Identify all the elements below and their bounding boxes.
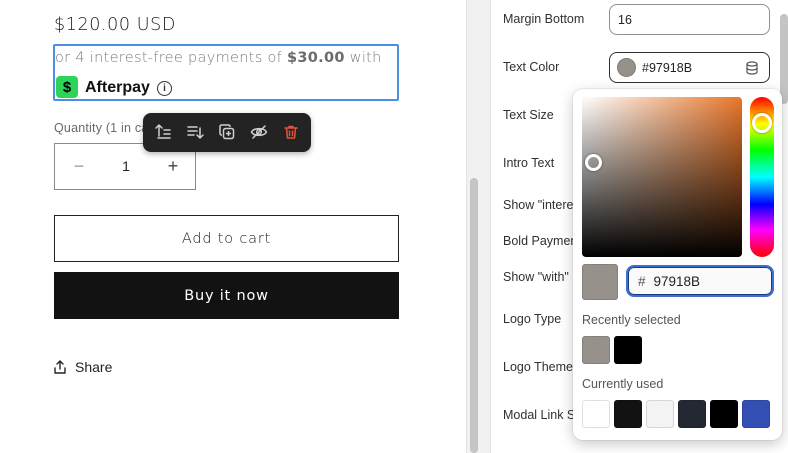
text-color-value: #97918B [642,60,693,75]
color-swatch[interactable] [582,400,610,428]
info-icon[interactable]: i [157,81,172,96]
share-icon [54,360,66,374]
share-label: Share [75,359,113,375]
color-swatch[interactable] [582,336,610,364]
recently-selected-label: Recently selected [582,313,681,327]
add-to-cart-button[interactable]: Add to cart [54,215,399,262]
text-size-label: Text Size [503,108,554,122]
hex-input[interactable]: # 97918B [626,265,774,297]
intro-text-label: Intro Text [503,156,555,170]
modal-link-label: Modal Link S [503,408,576,422]
color-swatch[interactable] [614,336,642,364]
block-toolbar [143,113,311,152]
delete-icon[interactable] [281,122,301,142]
afterpay-prefix: or 4 interest-free payments of [55,50,287,66]
margin-bottom-input[interactable]: 16 [609,4,770,35]
color-swatch[interactable] [614,400,642,428]
margin-bottom-label: Margin Bottom [503,12,585,26]
saturation-handle[interactable] [585,154,602,171]
afterpay-amount: $30.00 [286,50,345,66]
color-swatch[interactable] [742,400,770,428]
hex-value: 97918B [653,273,701,289]
logo-type-label: Logo Type [503,312,562,326]
move-down-icon[interactable] [185,122,205,142]
bold-payment-label: Bold Paymen [503,234,578,248]
share-button[interactable]: Share [54,357,112,377]
quantity-increase-button[interactable]: + [163,156,183,176]
color-picker-popover: # 97918B Recently selected Currently use… [573,89,782,440]
hide-icon[interactable] [249,122,269,142]
quantity-label: Quantity (1 in ca [54,121,149,135]
color-swatch[interactable] [678,400,706,428]
afterpay-wordmark: Afterpay [85,79,150,96]
selected-color-preview [582,264,618,300]
color-swatch[interactable] [646,400,674,428]
preview-scrollbar-thumb[interactable] [470,178,478,453]
text-color-field[interactable]: #97918B [609,52,770,83]
currently-used-label: Currently used [582,377,664,391]
panel-scrollbar-thumb[interactable] [780,14,788,104]
buy-now-button[interactable]: Buy it now [54,272,399,319]
color-swatch[interactable] [710,400,738,428]
move-up-icon[interactable] [153,122,173,142]
product-price: $120.00 USD [54,15,176,35]
duplicate-icon[interactable] [217,122,237,142]
afterpay-message: or 4 interest-free payments of $30.00 wi… [55,50,382,66]
hex-prefix: # [638,273,646,289]
afterpay-logo-icon: $ [56,76,78,98]
afterpay-suffix: with [344,50,382,66]
text-color-swatch[interactable] [617,58,636,77]
quantity-decrease-button[interactable]: − [69,156,89,176]
saturation-value-area[interactable] [582,97,742,257]
text-color-label: Text Color [503,60,560,74]
storefront-preview: $120.00 USD or 4 interest-free payments … [0,0,466,453]
show-with-label: Show "with" [503,270,569,284]
show-interest-label: Show "intere [503,198,574,212]
margin-bottom-value: 16 [618,12,632,27]
afterpay-block[interactable]: or 4 interest-free payments of $30.00 wi… [53,44,399,101]
hue-handle[interactable] [752,113,772,133]
database-icon[interactable] [745,61,759,78]
logo-theme-label: Logo Theme [503,360,573,374]
quantity-input[interactable]: 1 [115,158,137,174]
